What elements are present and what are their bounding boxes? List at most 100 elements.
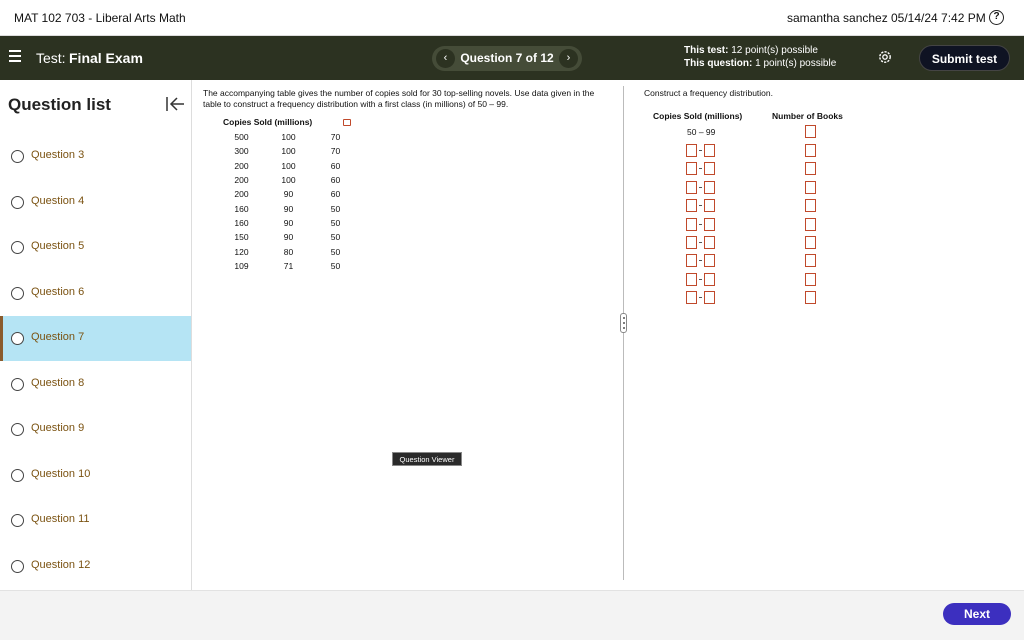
table-cell: 90: [283, 189, 294, 200]
question-list-item[interactable]: Question 7: [0, 316, 191, 361]
question-list-item[interactable]: Question 9: [0, 407, 191, 452]
class-lower-limit-input[interactable]: [686, 254, 697, 268]
range-dash: [699, 242, 702, 243]
user-name[interactable]: samantha sanchez: [787, 11, 888, 25]
number-of-books-input[interactable]: [805, 199, 816, 213]
question-list-item[interactable]: Question 5: [0, 225, 191, 270]
table-row: 160 90 50: [218, 201, 359, 215]
question-list-title: Question list: [8, 95, 111, 114]
table-cell: 90: [283, 232, 294, 243]
class-lower-limit-input[interactable]: [686, 217, 697, 231]
question-list-item-label: Question 12: [31, 558, 91, 571]
submit-test-button[interactable]: Submit test: [919, 45, 1010, 71]
collapse-sidebar-icon[interactable]: [165, 96, 185, 112]
question-list-item-label: Question 3: [31, 149, 85, 161]
question-list-sidebar: Question list Question 3 Question 4 Questi…: [0, 80, 192, 590]
class-lower-limit-input[interactable]: [686, 272, 697, 286]
top-bar: MAT 102 703 - Liberal Arts Math samantha…: [0, 0, 1024, 36]
question-list-item[interactable]: Question 6: [0, 271, 191, 316]
class-lower-limit-input[interactable]: [686, 291, 697, 305]
question-list-item-label: Question 4: [31, 194, 85, 207]
datetime: 05/14/24 7:42 PM: [891, 11, 986, 25]
table-cell: 90: [283, 203, 294, 214]
column-header-copies-sold: Copies Sold (millions): [653, 111, 743, 121]
status-circle-icon: [11, 332, 24, 345]
range-dash: [699, 186, 702, 188]
question-list-item[interactable]: Question 10: [0, 453, 191, 498]
class-lower-limit-input[interactable]: [686, 144, 697, 157]
table-cell: 200: [234, 160, 249, 171]
question-list-item[interactable]: Question 3: [0, 134, 191, 179]
table-cell: 90: [283, 217, 294, 228]
menu-icon[interactable]: [9, 50, 21, 62]
table-cell: 60: [330, 160, 341, 171]
number-of-books-input[interactable]: [805, 125, 816, 138]
class-upper-limit-input[interactable]: [704, 217, 715, 231]
class-lower-limit-input[interactable]: [686, 180, 697, 194]
number-of-books-input[interactable]: [805, 291, 816, 305]
question-list-item[interactable]: Question 12: [0, 544, 191, 589]
question-list-item[interactable]: Question 4: [0, 180, 191, 225]
table-row: 109 71 50: [218, 259, 359, 273]
question-viewer-tooltip: Question Viewer: [392, 452, 462, 466]
status-circle-icon: [11, 514, 24, 527]
class-upper-limit-input[interactable]: [704, 180, 715, 194]
copy-data-icon[interactable]: [343, 119, 351, 126]
column-header-number-of-books: Number of Books: [772, 111, 843, 121]
table-cell: 50: [330, 246, 341, 257]
first-class-label: 50 – 99: [687, 127, 716, 137]
table-cell: 50: [330, 217, 341, 228]
table-cell: 70: [330, 132, 341, 143]
range-dash: [699, 260, 702, 262]
class-upper-limit-input[interactable]: [704, 236, 715, 249]
range-dash: [699, 297, 702, 299]
next-button[interactable]: Next: [943, 603, 1011, 625]
number-of-books-input[interactable]: [805, 236, 816, 249]
table-cell: 160: [234, 217, 249, 228]
class-upper-limit-input[interactable]: [704, 162, 715, 176]
class-lower-limit-input[interactable]: [686, 162, 697, 176]
class-lower-limit-input[interactable]: [686, 236, 697, 249]
table-cell: 50: [330, 203, 341, 214]
question-list-item[interactable]: Question 8: [0, 362, 191, 407]
status-circle-icon: [11, 559, 24, 573]
help-icon[interactable]: ?: [989, 10, 1004, 25]
table-cell: 80: [283, 246, 294, 257]
number-of-books-input[interactable]: [805, 180, 816, 194]
number-of-books-input[interactable]: [805, 217, 816, 231]
question-text: The accompanying table gives the number …: [203, 88, 595, 109]
table-cell: 60: [330, 175, 341, 186]
table-cell: 60: [330, 189, 341, 200]
number-of-books-input[interactable]: [805, 162, 816, 176]
copies-sold-table: 500 100 70 300 100 70 200 100 60 200 100 60 200 90 60 1…: [218, 130, 359, 273]
footer-bar: Next: [0, 590, 1024, 640]
class-upper-limit-input[interactable]: [704, 291, 715, 305]
number-of-books-input[interactable]: [805, 254, 816, 268]
this-question-label: This question:: [684, 58, 753, 69]
table-row: 300 100 70: [218, 144, 359, 158]
class-upper-limit-input[interactable]: [704, 272, 715, 286]
question-list-item[interactable]: Question 11: [0, 498, 191, 543]
table-cell: 100: [281, 160, 296, 171]
class-upper-limit-input[interactable]: [704, 199, 715, 213]
status-circle-icon: [11, 195, 24, 209]
points-info: This test: 12 point(s) possible This que…: [684, 44, 836, 70]
test-name: Final Exam: [69, 50, 143, 66]
next-question-arrow-button[interactable]: ›: [559, 49, 578, 68]
range-dash: [699, 150, 702, 151]
pane-divider: [623, 86, 624, 580]
table-cell: 50: [330, 232, 341, 243]
gear-icon[interactable]: [877, 49, 893, 65]
class-upper-limit-input[interactable]: [704, 254, 715, 268]
status-circle-icon: [11, 468, 24, 482]
number-of-books-input[interactable]: [805, 144, 816, 157]
table-cell: 200: [234, 189, 249, 200]
number-of-books-input[interactable]: [805, 272, 816, 286]
table-cell: 120: [234, 246, 249, 257]
pane-resize-handle[interactable]: [620, 313, 627, 333]
class-upper-limit-input[interactable]: [704, 144, 715, 157]
table-cell: 100: [281, 146, 296, 157]
question-list-item-label: Question 8: [31, 376, 85, 389]
class-lower-limit-input[interactable]: [686, 199, 697, 213]
question-list-item-label: Question 11: [31, 513, 90, 525]
